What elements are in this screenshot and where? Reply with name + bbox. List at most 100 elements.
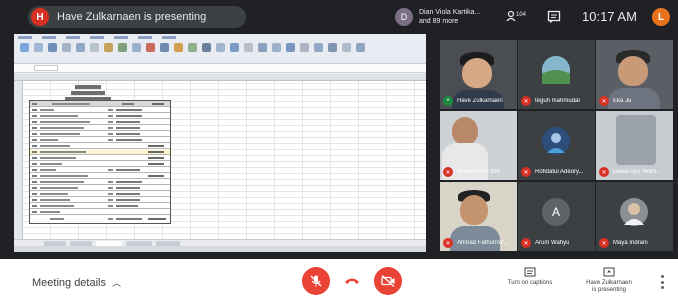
table-cell (116, 121, 140, 123)
viewers-name: Dian Viola Kartika... (419, 9, 481, 16)
participant-face (452, 117, 478, 145)
table-cell (108, 133, 113, 135)
table-cell (108, 205, 113, 207)
table-cell (32, 169, 37, 171)
ribbon-tab (138, 36, 152, 39)
ribbon-icon (244, 43, 253, 52)
captions-icon (495, 267, 565, 280)
participant-tile[interactable]: ✕ Eka Ju (596, 40, 673, 109)
ribbon-icon (314, 43, 323, 52)
table-cell (148, 218, 166, 220)
participant-tile[interactable]: ✕ Maya Indrani (596, 182, 673, 251)
ribbon-icons (20, 43, 365, 52)
table-cell (148, 145, 164, 147)
sheet-title-line (71, 91, 105, 95)
chat-icon[interactable] (544, 8, 564, 26)
row-headers (14, 81, 23, 239)
ribbon-icon (34, 43, 43, 52)
meeting-details-button[interactable]: Meeting details ︿ (32, 276, 121, 289)
ribbon-icon (328, 43, 337, 52)
participant-background (616, 115, 656, 165)
tile-name-row: ✕ Rofidatul Adeory... (518, 167, 595, 177)
tile-name-row: ✕ teguh mahmudar (518, 96, 595, 106)
ribbon-tab (90, 36, 104, 39)
participant-tile[interactable]: A ✕ Arum Wahyu (518, 182, 595, 251)
participant-tile[interactable]: • Have Zulkarnaen (440, 40, 517, 109)
table-cell (116, 193, 140, 195)
table-cell (116, 218, 142, 220)
ribbon-icon (216, 43, 225, 52)
table-cell (116, 205, 138, 207)
table-cell (148, 151, 164, 153)
table-cell (122, 103, 134, 105)
table-cell (40, 145, 70, 147)
table-cell (40, 199, 70, 201)
ribbon-icon (160, 43, 169, 52)
table-cell (40, 157, 76, 159)
table-row (30, 210, 170, 215)
table-cell (40, 139, 58, 141)
people-icon[interactable]: 104 (506, 8, 526, 26)
table-row (30, 114, 170, 119)
participant-name: Arum Wahyu (535, 240, 570, 246)
sheet-tabs (14, 239, 426, 246)
table-cell (32, 103, 37, 105)
participant-name: Maya Indrani (613, 240, 648, 246)
table-row (30, 198, 170, 203)
table-cell (108, 218, 113, 220)
captions-button[interactable]: Turn on captions (495, 267, 565, 287)
participant-name: Ahmad Fathurroz... (457, 240, 509, 246)
table-row (30, 120, 170, 125)
table-cell (32, 175, 37, 177)
table-cell (32, 139, 37, 141)
ribbon-tab (162, 36, 176, 39)
presenting-label-line2: is presenting (591, 287, 627, 293)
ribbon-icon (48, 43, 57, 52)
table-cell (152, 103, 164, 105)
mic-toggle-button[interactable] (302, 267, 330, 295)
presenting-indicator[interactable]: H Have Zulkarnaen is presenting (28, 6, 246, 28)
table-cell (116, 127, 140, 129)
ribbon-icon (230, 43, 239, 52)
table-cell (32, 187, 37, 189)
formula-bar (14, 64, 426, 73)
camera-off-icon (381, 274, 395, 288)
mic-off-icon: ✕ (521, 167, 531, 177)
table-cell (116, 199, 140, 201)
table-cell (148, 157, 164, 159)
mic-off-icon: ✕ (521, 96, 531, 106)
table-cell (116, 133, 140, 135)
clock: 10:17 AM (582, 9, 637, 24)
participant-tile[interactable]: ✕ Muhammad Ilmi (440, 111, 517, 180)
participant-name: Rofidatul Adeory... (535, 169, 584, 175)
table-cell (32, 163, 37, 165)
participant-name: Dewa Ayu Yeshi... (613, 169, 661, 175)
participant-name: Eka Ju (613, 98, 632, 104)
table-cell (40, 175, 88, 177)
table-cell (116, 115, 142, 117)
participant-tile[interactable]: ✕ teguh mahmudar (518, 40, 595, 109)
table-cell (40, 193, 68, 195)
mic-off-icon (310, 275, 322, 287)
camera-toggle-button[interactable] (374, 267, 402, 295)
participant-tile[interactable]: ✕ Dewa Ayu Yeshi... (596, 111, 673, 180)
table-row (30, 132, 170, 137)
dot (660, 280, 664, 284)
table-cell (32, 145, 37, 147)
table-cell (108, 181, 113, 183)
viewers-indicator[interactable]: D Dian Viola Kartika... and 89 more (395, 5, 495, 29)
tile-name-row: • Have Zulkarnaen (440, 96, 517, 106)
account-avatar[interactable]: L (652, 8, 670, 26)
table-header-row (30, 101, 170, 107)
table-cell (32, 181, 37, 183)
presenting-button[interactable]: Have Zulkarnaen is presenting (574, 267, 644, 294)
table-cell (148, 163, 164, 165)
participant-tile[interactable]: ✕ Rofidatul Adeory... (518, 111, 595, 180)
participant-avatar (542, 56, 570, 84)
presenter-avatar: H (31, 8, 49, 26)
table-cell (40, 133, 80, 135)
participant-tile[interactable]: ✕ Ahmad Fathurroz... (440, 182, 517, 251)
hang-up-button[interactable] (338, 267, 366, 295)
more-vert-icon[interactable] (658, 275, 666, 289)
ribbon-tab (114, 36, 128, 39)
